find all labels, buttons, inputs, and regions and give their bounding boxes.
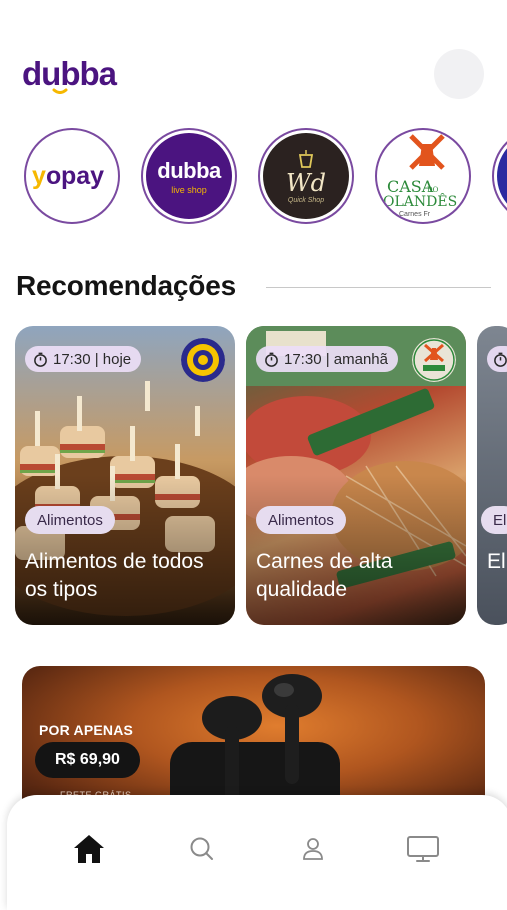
target-logo [181, 338, 225, 382]
store-subtitle: live shop [171, 184, 207, 195]
svg-text:DO: DO [427, 186, 439, 194]
store-partial[interactable] [492, 128, 507, 224]
stopwatch-icon [494, 352, 507, 367]
svg-text:OLANDÊS: OLANDÊS [383, 192, 457, 210]
recommendation-card[interactable]: El El... m... [477, 326, 507, 625]
recommendation-card[interactable]: 17:30 | amanhã Alimentos Carnes de alta … [246, 326, 466, 625]
svg-text:dubba: dubba [22, 55, 118, 92]
time-text: 17:30 | amanhã [284, 350, 388, 368]
store-name: Wd [285, 168, 327, 197]
time-badge: 17:30 | hoje [25, 346, 142, 372]
stores-carousel[interactable]: y o pay dubba live shop Wd Quick Shop CA… [0, 128, 507, 232]
bottom-nav [7, 795, 507, 910]
section-title: Recomendações [16, 270, 236, 301]
card-title: Carnes de alta qualidade [256, 550, 393, 601]
store-subtitle: Quick Shop [287, 196, 325, 204]
user-icon[interactable] [295, 831, 331, 867]
svg-text:y: y [32, 162, 46, 190]
promo-price: R$ 69,90 [35, 742, 140, 778]
cup-icon [298, 149, 314, 168]
windmill-logo [412, 338, 456, 382]
time-text: 17:30 | hoje [53, 350, 132, 368]
home-icon[interactable] [71, 831, 107, 867]
time-badge: 17:30 | amanhã [256, 346, 398, 372]
time-badge [487, 346, 507, 372]
store-casa-do-olandes[interactable]: CASA DO OLANDÊS Carnes Fr [375, 128, 471, 224]
card-title: Alimentos de todos os tipos [25, 550, 204, 601]
stopwatch-icon [265, 352, 278, 367]
search-icon[interactable] [184, 831, 220, 867]
monitor-icon[interactable] [405, 831, 441, 867]
promo-banner[interactable]: POR APENAS R$ 69,90 FRETE GRÁTIS [22, 666, 485, 816]
svg-text:o: o [46, 162, 61, 190]
svg-text:Carnes Fr: Carnes Fr [399, 211, 431, 218]
windmill-logo: CASA DO OLANDÊS Carnes Fr [383, 134, 457, 218]
card-title: El... m... [487, 550, 507, 573]
recommendation-card[interactable]: 17:30 | hoje Alimentos Alimentos de todo… [15, 326, 235, 625]
avatar[interactable] [434, 49, 484, 99]
store-name: dubba [157, 157, 221, 183]
store-wd[interactable]: Wd Quick Shop [258, 128, 354, 224]
yopay-logo: y o pay [32, 162, 104, 190]
dubba-logo: dubba [22, 54, 142, 94]
promo-label: POR APENAS [39, 722, 134, 738]
svg-text:pay: pay [61, 162, 104, 190]
divider [266, 287, 491, 288]
category-pill: Alimentos [25, 506, 115, 534]
store-dubba[interactable]: dubba live shop [141, 128, 237, 224]
stopwatch-icon [34, 352, 47, 367]
category-pill: Alimentos [256, 506, 346, 534]
store-yopay[interactable]: y o pay [24, 128, 120, 224]
category-pill: El [481, 506, 507, 534]
partial-store-logo [497, 133, 507, 219]
